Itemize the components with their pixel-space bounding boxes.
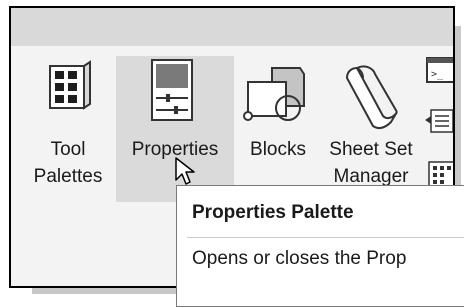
tooltip-divider [187, 237, 464, 238]
tool-palettes-label-line2: Palettes [33, 166, 103, 187]
blocks-button[interactable]: Blocks [238, 56, 318, 206]
mouse-cursor-icon [175, 157, 195, 185]
sheet-set-manager-label-line1: Sheet Set [329, 139, 413, 160]
tool-palettes-label-line1: Tool [50, 139, 86, 160]
tool-palettes-icon [49, 60, 91, 110]
tooltip-title: Properties Palette [192, 202, 354, 223]
command-line-icon[interactable]: >_ [425, 56, 455, 84]
blocks-icon [243, 67, 305, 121]
tooltip-description: Opens or closes the Prop [192, 248, 407, 269]
quick-calc-icon[interactable] [425, 160, 455, 188]
ribbon-titlebar [11, 8, 453, 46]
properties-icon [151, 59, 193, 121]
properties-tooltip: Properties Palette Opens or closes the P… [176, 185, 464, 307]
sheet-set-manager-icon [345, 65, 398, 130]
sheet-set-manager-button[interactable]: Sheet Set Manager [321, 56, 421, 206]
tool-palettes-button[interactable]: Tool Palettes [23, 56, 113, 206]
markup-set-manager-icon[interactable] [423, 106, 455, 136]
blocks-label: Blocks [250, 139, 306, 160]
svg-text:>_: >_ [431, 69, 444, 80]
